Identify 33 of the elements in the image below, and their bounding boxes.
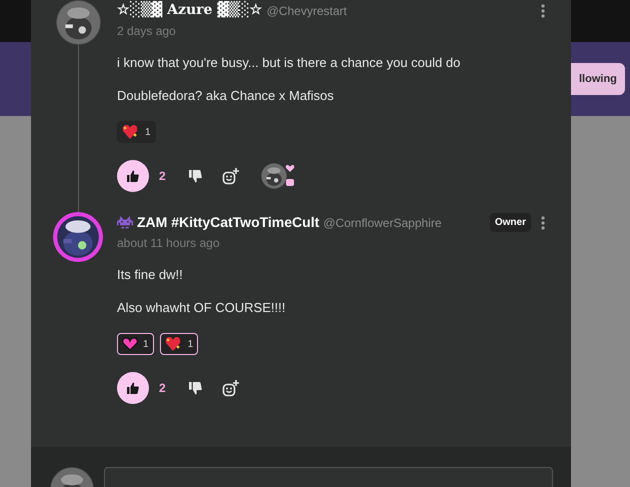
- comment-text: i know that you're busy... but is there a chance you could do: [117, 54, 462, 71]
- author-handle[interactable]: @Chevyrestart: [266, 2, 347, 20]
- author-name[interactable]: ☆░▒▓ Azure ▓▒░☆: [117, 0, 263, 21]
- comment-time: about 11 hours ago: [117, 235, 221, 252]
- more-options-icon[interactable]: [541, 4, 545, 18]
- top-bar: [0, 0, 31, 42]
- alien-icon: [117, 216, 133, 229]
- sparkling-heart-icon: [122, 124, 140, 140]
- like-count: 2: [159, 380, 167, 397]
- comment-text: Its fine dw!!: [117, 266, 184, 283]
- heart-icon: [122, 337, 138, 351]
- follow-button[interactable]: llowing: [571, 63, 625, 95]
- comment-time: 2 days ago: [117, 23, 177, 40]
- top-bar: [571, 0, 630, 42]
- author-handle[interactable]: @CornflowerSapphire: [323, 214, 442, 232]
- add-reaction-icon[interactable]: [222, 168, 239, 184]
- like-count: 2: [159, 168, 167, 185]
- dislike-icon[interactable]: [189, 382, 202, 394]
- comment-text: Also whawht OF COURSE!!!!: [117, 299, 286, 316]
- like-button[interactable]: [117, 160, 149, 192]
- sparkling-heart-icon: [164, 336, 183, 352]
- like-button[interactable]: [117, 372, 149, 404]
- thumbs-up-icon: [127, 382, 139, 394]
- reaction-chip[interactable]: 1: [160, 333, 198, 355]
- reaction-chip[interactable]: 1: [117, 121, 156, 143]
- comment-text: Doublefedora? aka Chance x Mafisos: [117, 87, 335, 104]
- thumbs-up-icon: [127, 170, 139, 182]
- author-name[interactable]: ZAM #KittyCatTwoTimeCult: [137, 212, 320, 233]
- reaction-chip[interactable]: 1: [117, 333, 154, 355]
- more-options-icon[interactable]: [541, 216, 545, 230]
- add-reaction-icon[interactable]: [222, 380, 239, 396]
- owner-badge: Owner: [490, 213, 531, 232]
- dislike-icon[interactable]: [189, 170, 202, 182]
